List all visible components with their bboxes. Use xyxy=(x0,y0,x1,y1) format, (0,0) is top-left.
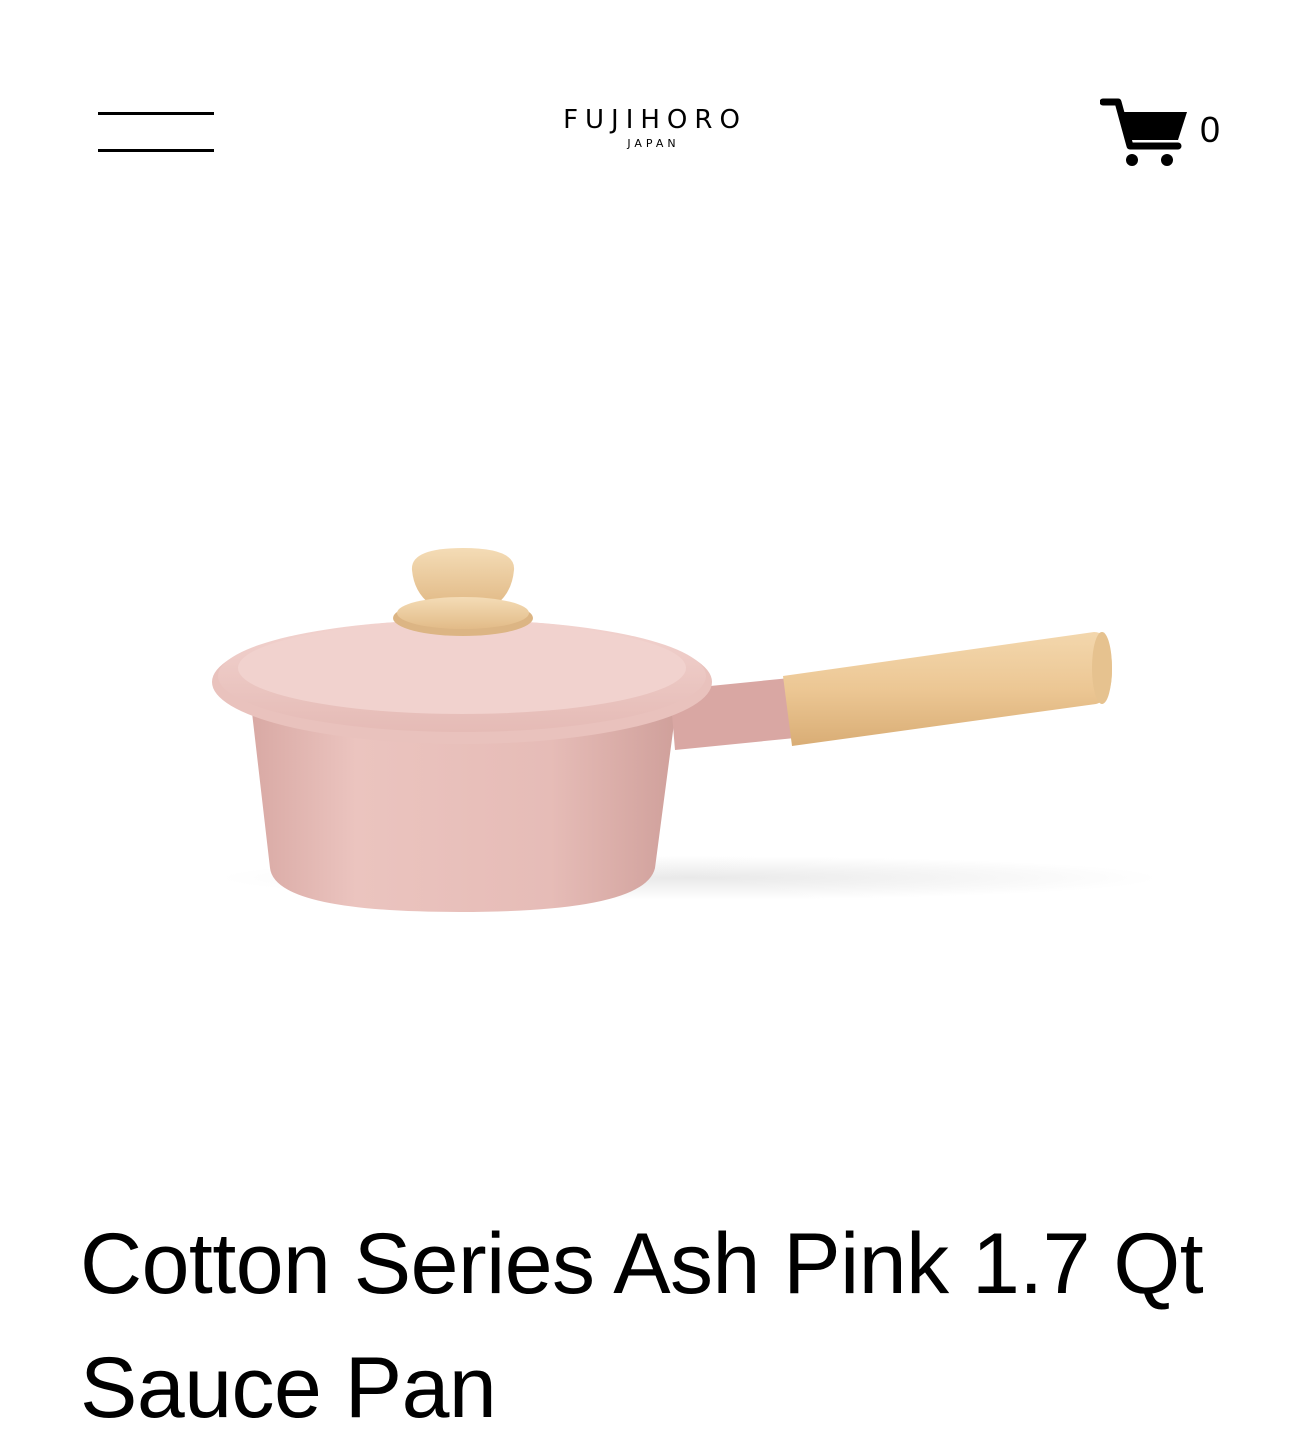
cart-count: 0 xyxy=(1200,109,1221,150)
site-logo[interactable]: FUJIHORO JAPAN xyxy=(450,100,853,170)
shopping-cart-icon xyxy=(1100,98,1187,166)
logo-subtitle: JAPAN xyxy=(627,137,680,150)
logo-name: FUJIHORO xyxy=(563,105,747,135)
site-header: FUJIHORO JAPAN 0 xyxy=(0,0,1303,230)
product-title: Cotton Series Ash Pink 1.7 Qt Sauce Pan xyxy=(80,1216,1204,1436)
menu-button[interactable] xyxy=(88,96,228,168)
product-image[interactable] xyxy=(0,420,1303,980)
cart-button[interactable]: 0 xyxy=(1096,92,1236,172)
